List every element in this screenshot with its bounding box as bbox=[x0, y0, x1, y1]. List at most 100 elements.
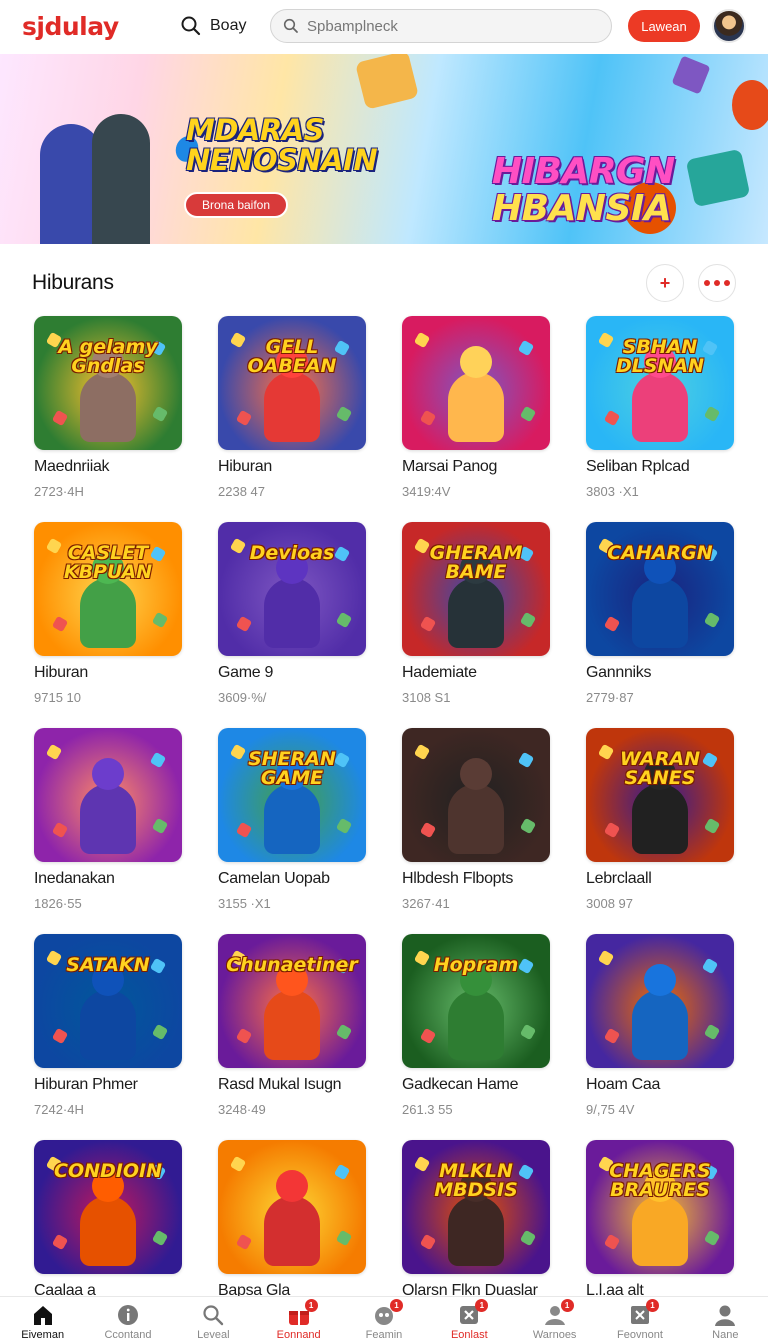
game-thumbnail[interactable] bbox=[34, 728, 182, 862]
game-character bbox=[264, 990, 320, 1060]
game-meta: 1826·55 bbox=[34, 896, 82, 911]
game-thumbnail[interactable]: WARAN SANES bbox=[586, 728, 734, 862]
nav-item-ccontand[interactable]: Ccontand bbox=[85, 1297, 170, 1344]
game-card[interactable]: A gelamy Gndlas Maednriiak 2723·4H bbox=[34, 316, 184, 522]
game-card[interactable]: WARAN SANES Lebrclaall 3008 97 bbox=[586, 728, 736, 934]
thumbnail-decoration bbox=[603, 615, 621, 633]
search-icon bbox=[200, 1303, 226, 1327]
app-logo[interactable]: sjdulay bbox=[22, 12, 172, 41]
search-input[interactable] bbox=[307, 17, 587, 35]
thumbnail-decoration bbox=[519, 611, 537, 629]
game-thumbnail[interactable]: Hopram bbox=[402, 934, 550, 1068]
game-card[interactable]: Hopram Gadkecan Hame 261.3 55 bbox=[402, 934, 552, 1140]
game-thumbnail-art-text: WARAN SANES bbox=[619, 748, 701, 789]
game-card[interactable]: CAHARGN Gannniks 2779·87 bbox=[586, 522, 736, 728]
nav-item-leveal[interactable]: Leveal bbox=[171, 1297, 256, 1344]
nav-item-eiveman[interactable]: Eiveman bbox=[0, 1297, 85, 1344]
game-thumbnail[interactable]: Devioas bbox=[218, 522, 366, 656]
game-card[interactable]: Inedanakan 1826·55 bbox=[34, 728, 184, 934]
game-thumbnail-art-text: GELL OABEAN bbox=[247, 336, 337, 377]
banner-decoration bbox=[354, 54, 420, 110]
game-thumbnail[interactable]: CONDIOIN bbox=[34, 1140, 182, 1274]
nav-item-warnoes[interactable]: 1 Warnoes bbox=[512, 1297, 597, 1344]
game-title[interactable]: Game 9 bbox=[218, 664, 368, 684]
game-card[interactable]: Chunaetiner Rasd Mukal Isugn 3248·49 bbox=[218, 934, 368, 1140]
game-card[interactable]: CASLET KBPUAN Hiburan 9715 10 bbox=[34, 522, 184, 728]
game-thumbnail-art-text: SHERAN GAME bbox=[248, 748, 336, 789]
nav-item-label: Feamin bbox=[365, 1329, 403, 1341]
thumbnail-decoration bbox=[45, 743, 63, 761]
game-title[interactable]: Hoam Caa bbox=[586, 1076, 736, 1096]
game-title[interactable]: Camelan Uopab bbox=[218, 870, 368, 890]
login-button[interactable]: Lawean bbox=[628, 10, 700, 42]
search-box[interactable] bbox=[270, 9, 612, 43]
game-title[interactable]: Inedanakan bbox=[34, 870, 184, 890]
game-title[interactable]: Hlbdesh Flbopts bbox=[402, 870, 552, 890]
game-card[interactable]: Hoam Caa 9/,75 4V bbox=[586, 934, 736, 1140]
game-thumbnail[interactable]: SATAKN bbox=[34, 934, 182, 1068]
game-thumbnail[interactable]: CAHARGN bbox=[586, 522, 734, 656]
notification-badge: 1 bbox=[389, 1299, 403, 1312]
nav-item-eonnand[interactable]: 1 Eonnand bbox=[256, 1297, 341, 1344]
nav-item-feovnont[interactable]: 1 Feovnont bbox=[597, 1297, 682, 1344]
user-avatar[interactable] bbox=[712, 9, 746, 43]
banner-cta-button[interactable]: Brona baifon bbox=[184, 192, 288, 218]
game-title[interactable]: Hiburan bbox=[34, 664, 184, 684]
game-thumbnail[interactable]: GELL OABEAN bbox=[218, 316, 366, 450]
game-meta: 3803 ·X1 bbox=[586, 484, 639, 499]
game-title[interactable]: Seliban Rplcad bbox=[586, 458, 736, 478]
nav-item-nane[interactable]: Nane bbox=[683, 1297, 768, 1344]
search-icon bbox=[181, 16, 201, 36]
game-thumbnail[interactable]: GHERAM BAME bbox=[402, 522, 550, 656]
thumbnail-decoration bbox=[335, 1023, 353, 1041]
thumbnail-decoration bbox=[603, 409, 621, 427]
game-card[interactable]: GHERAM BAME Hademiate 3108 S1 bbox=[402, 522, 552, 728]
game-meta: 9/,75 4V bbox=[586, 1102, 635, 1117]
game-title[interactable]: Hiburan bbox=[218, 458, 368, 478]
plus-icon: + bbox=[659, 272, 671, 293]
game-title[interactable]: Maednriiak bbox=[34, 458, 184, 478]
game-title[interactable]: Marsai Panog bbox=[402, 458, 552, 478]
game-character bbox=[264, 1196, 320, 1266]
search-toggle[interactable]: Boay bbox=[180, 15, 266, 37]
game-thumbnail[interactable] bbox=[402, 316, 550, 450]
thumbnail-decoration bbox=[151, 405, 169, 423]
nav-item-feamin[interactable]: 1 Feamin bbox=[341, 1297, 426, 1344]
game-thumbnail[interactable] bbox=[218, 1140, 366, 1274]
game-title[interactable]: Gannniks bbox=[586, 664, 736, 684]
game-card[interactable]: Devioas Game 9 3609·%/ bbox=[218, 522, 368, 728]
add-button[interactable]: + bbox=[646, 264, 684, 302]
game-title[interactable]: Hademiate bbox=[402, 664, 552, 684]
game-title[interactable]: Lebrclaall bbox=[586, 870, 736, 890]
game-card[interactable]: SHERAN GAME Camelan Uopab 3155 ·X1 bbox=[218, 728, 368, 934]
game-thumbnail[interactable]: SHERAN GAME bbox=[218, 728, 366, 862]
nav-item-eonlast[interactable]: 1 Eonlast bbox=[427, 1297, 512, 1344]
game-title[interactable]: Hiburan Phmer bbox=[34, 1076, 184, 1096]
game-thumbnail[interactable]: SBHAN DLSNAN bbox=[586, 316, 734, 450]
game-thumbnail[interactable]: CASLET KBPUAN bbox=[34, 522, 182, 656]
banner-decoration bbox=[443, 243, 489, 244]
game-thumbnail[interactable]: A gelamy Gndlas bbox=[34, 316, 182, 450]
game-thumbnail[interactable]: CHAGERS BRAURES bbox=[586, 1140, 734, 1274]
game-thumbnail[interactable] bbox=[402, 728, 550, 862]
game-card[interactable]: GELL OABEAN Hiburan 2238 47 bbox=[218, 316, 368, 522]
game-thumbnail[interactable]: MLKLN MBDSIS bbox=[402, 1140, 550, 1274]
thumbnail-decoration bbox=[51, 1233, 69, 1251]
game-thumbnail[interactable]: Chunaetiner bbox=[218, 934, 366, 1068]
game-character bbox=[80, 1196, 136, 1266]
thumbnail-decoration bbox=[419, 615, 437, 633]
search-field-icon bbox=[283, 18, 298, 33]
game-card[interactable]: Marsai Panog 3419:4V bbox=[402, 316, 552, 522]
game-card[interactable]: SATAKN Hiburan Phmer 7242·4H bbox=[34, 934, 184, 1140]
more-options-button[interactable] bbox=[698, 264, 736, 302]
game-title[interactable]: Gadkecan Hame bbox=[402, 1076, 552, 1096]
thumbnail-decoration bbox=[335, 817, 353, 835]
hero-banner[interactable]: MDARAS NENOSNAIN HIBARGN HBANSIA Brona b… bbox=[0, 54, 768, 244]
game-card[interactable]: SBHAN DLSNAN Seliban Rplcad 3803 ·X1 bbox=[586, 316, 736, 522]
game-meta: 3008 97 bbox=[586, 896, 633, 911]
x-square-icon: 1 bbox=[627, 1299, 659, 1327]
game-title[interactable]: Rasd Mukal Isugn bbox=[218, 1076, 368, 1096]
game-thumbnail[interactable] bbox=[586, 934, 734, 1068]
game-card[interactable]: Hlbdesh Flbopts 3267·41 bbox=[402, 728, 552, 934]
notification-badge: 1 bbox=[560, 1299, 574, 1312]
